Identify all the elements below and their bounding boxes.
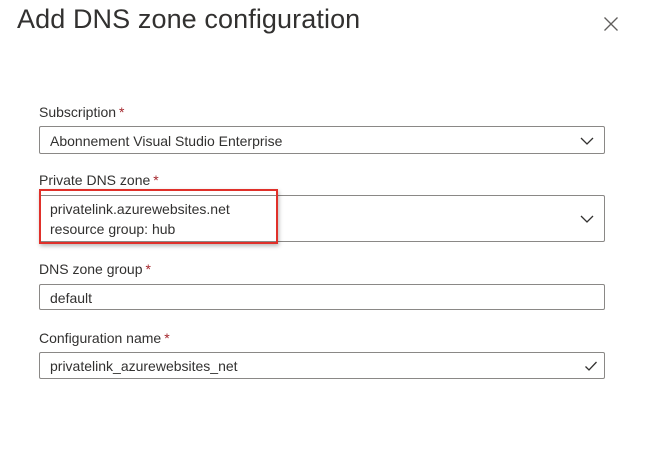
- required-marker: *: [145, 261, 151, 277]
- dns-zone-group-input[interactable]: default: [39, 284, 605, 310]
- subscription-label: Subscription *: [39, 104, 125, 120]
- private-dns-zone-value: privatelink.azurewebsites.net: [50, 201, 230, 217]
- configuration-name-label: Configuration name *: [39, 330, 170, 346]
- dns-zone-group-label: DNS zone group *: [39, 261, 151, 277]
- private-dns-zone-label: Private DNS zone *: [39, 172, 159, 188]
- private-dns-zone-resource-group: resource group: hub: [50, 221, 176, 237]
- subscription-value: Abonnement Visual Studio Enterprise: [50, 133, 283, 149]
- required-marker: *: [164, 330, 170, 346]
- chevron-down-icon: [579, 211, 595, 227]
- private-dns-zone-label-text: Private DNS zone: [39, 172, 151, 188]
- required-marker: *: [119, 104, 125, 120]
- checkmark-icon: [584, 359, 598, 373]
- close-button[interactable]: [600, 13, 622, 35]
- dialog-title: Add DNS zone configuration: [17, 4, 361, 34]
- configuration-name-label-text: Configuration name: [39, 330, 162, 346]
- configuration-name-value: privatelink_azurewebsites_net: [50, 358, 238, 374]
- subscription-label-text: Subscription: [39, 104, 117, 120]
- dns-zone-group-label-text: DNS zone group: [39, 261, 143, 277]
- configuration-name-input[interactable]: privatelink_azurewebsites_net: [39, 352, 605, 379]
- private-dns-zone-dropdown[interactable]: privatelink.azurewebsites.net resource g…: [39, 195, 605, 242]
- dns-zone-group-value: default: [50, 290, 93, 306]
- chevron-down-icon: [579, 133, 595, 149]
- dns-zone-config-panel: Add DNS zone configuration Subscription *…: [0, 0, 645, 455]
- close-icon: [600, 13, 622, 35]
- required-marker: *: [153, 172, 159, 188]
- subscription-dropdown[interactable]: Abonnement Visual Studio Enterprise: [39, 126, 605, 154]
